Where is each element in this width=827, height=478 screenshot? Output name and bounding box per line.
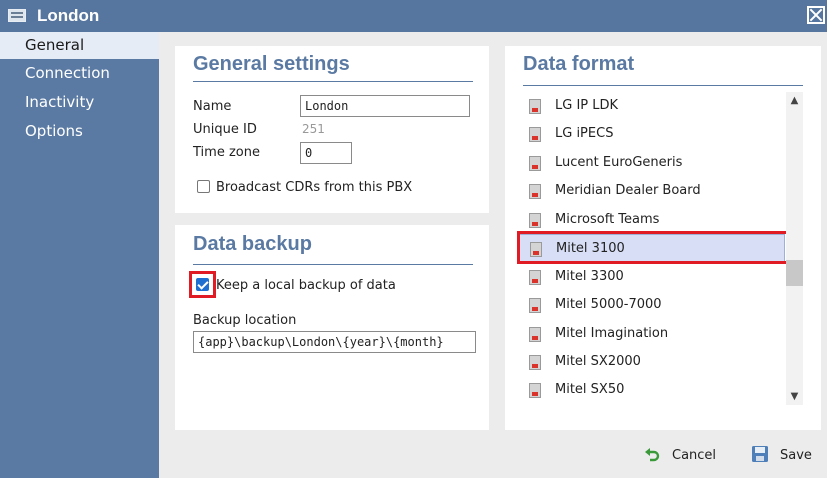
sidebar-item-connection[interactable]: Connection — [0, 60, 159, 87]
time-zone-label: Time zone — [193, 145, 260, 160]
save-label: Save — [780, 448, 812, 463]
list-item[interactable]: Lucent EuroGeneris — [517, 149, 785, 177]
time-zone-field[interactable]: 0 — [300, 142, 352, 164]
list-item-label: Mitel 3300 — [555, 269, 624, 284]
pbx-icon — [8, 9, 26, 22]
backup-location-label: Backup location — [193, 313, 297, 328]
data-format-icon — [529, 156, 541, 171]
data-format-icon — [529, 327, 541, 342]
data-format-icon — [529, 298, 541, 313]
data-format-icon — [529, 184, 541, 199]
list-item-label: Lucent EuroGeneris — [555, 155, 683, 170]
save-button[interactable]: Save — [751, 444, 817, 468]
unique-id-label: Unique ID — [193, 122, 257, 137]
list-item[interactable]: Mitel Imagination — [517, 320, 785, 348]
list-item-label: Meridian Dealer Board — [555, 183, 701, 198]
list-item[interactable]: Mitel 5000-7000 — [517, 291, 785, 319]
window-title: London — [37, 6, 100, 25]
list-scrollbar[interactable]: ▲ ▼ — [786, 92, 803, 405]
data-backup-title: Data backup — [193, 233, 312, 255]
unique-id-value: 251 — [302, 122, 325, 136]
list-item[interactable]: LG iPECS — [517, 120, 785, 148]
broadcast-label: Broadcast CDRs from this PBX — [216, 180, 413, 195]
divider — [523, 85, 803, 86]
cancel-button[interactable]: Cancel — [644, 444, 720, 468]
data-format-icon — [529, 383, 541, 398]
general-settings-title: General settings — [193, 53, 350, 75]
divider — [193, 264, 473, 265]
name-label: Name — [193, 99, 232, 114]
chevron-up-icon[interactable]: ▲ — [786, 92, 803, 109]
save-icon — [752, 446, 768, 462]
keep-backup-label: Keep a local backup of data — [216, 278, 396, 293]
data-format-icon — [529, 213, 541, 228]
sidebar-item-inactivity[interactable]: Inactivity — [0, 89, 159, 116]
divider — [193, 81, 473, 82]
data-format-icon — [529, 270, 541, 285]
close-icon[interactable] — [807, 6, 825, 24]
sidebar: General Connection Inactivity Options — [0, 32, 159, 478]
list-item-label: LG iPECS — [555, 126, 614, 141]
list-item[interactable]: LG IP LDK — [517, 92, 785, 120]
scroll-thumb[interactable] — [786, 260, 803, 286]
list-item-label: Mitel SX50 — [555, 382, 625, 397]
list-item-label: Microsoft Teams — [555, 212, 660, 227]
name-field[interactable]: London — [300, 95, 470, 117]
data-format-title: Data format — [523, 53, 635, 75]
sidebar-item-options[interactable]: Options — [0, 118, 159, 145]
data-format-icon — [529, 127, 541, 142]
list-item[interactable]: Meridian Dealer Board — [517, 177, 785, 205]
undo-icon — [645, 448, 660, 462]
list-item[interactable]: Mitel 3300 — [517, 263, 785, 291]
sidebar-item-general[interactable]: General — [0, 32, 159, 59]
list-item-label: Mitel 5000-7000 — [555, 297, 662, 312]
list-item-label: Mitel Imagination — [555, 326, 669, 341]
broadcast-checkbox[interactable] — [197, 180, 210, 193]
chevron-down-icon[interactable]: ▼ — [786, 388, 803, 405]
list-item[interactable]: Mitel SX2000 — [517, 348, 785, 376]
data-format-icon — [529, 99, 541, 114]
title-bar: London — [0, 0, 827, 32]
backup-location-field[interactable]: {app}\backup\London\{year}\{month} — [193, 331, 476, 353]
cancel-label: Cancel — [672, 448, 717, 463]
list-item-label: LG IP LDK — [555, 98, 619, 113]
highlight-box — [517, 231, 790, 264]
keep-backup-checkbox[interactable] — [196, 278, 209, 291]
list-item-label: Mitel SX2000 — [555, 354, 641, 369]
list-item[interactable]: Microsoft Teams — [517, 206, 785, 234]
list-item[interactable]: Mitel SX50 — [517, 376, 785, 404]
data-format-icon — [529, 355, 541, 370]
